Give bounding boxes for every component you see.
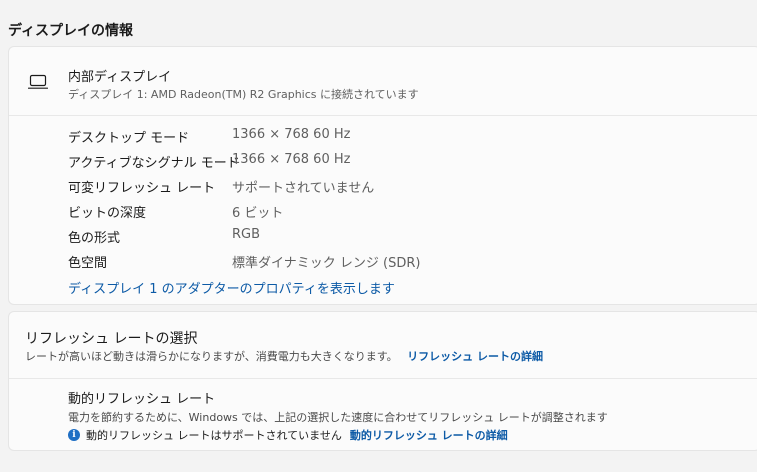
adapter-properties-link[interactable]: ディスプレイ 1 のアダプターのプロパティを表示します [68, 278, 395, 297]
laptop-icon [28, 74, 48, 89]
dynamic-refresh-rate-unsupported-text: 動的リフレッシュ レートはサポートされていません [86, 429, 342, 442]
refresh-rate-title: リフレッシュ レートの選択 [25, 331, 198, 347]
info-value-color-space: 標準ダイナミック レンジ (SDR) [232, 256, 421, 271]
info-value-active-signal-mode: 1366 × 768 60 Hz [232, 152, 351, 167]
info-icon: i [68, 429, 80, 441]
info-label-bit-depth: ビットの深度 [68, 206, 147, 221]
info-label-color-format: 色の形式 [68, 231, 121, 246]
dynamic-refresh-rate-title: 動的リフレッシュ レート [68, 392, 216, 407]
info-label-variable-refresh-rate: 可変リフレッシュ レート [68, 181, 216, 196]
refresh-rate-details-link[interactable]: リフレッシュ レートの詳細 [407, 350, 543, 363]
info-label-active-signal-mode: アクティブなシグナル モード [68, 156, 240, 171]
dynamic-refresh-rate-details-link[interactable]: 動的リフレッシュ レートの詳細 [350, 427, 508, 443]
info-value-bit-depth: 6 ビット [232, 206, 284, 221]
info-value-variable-refresh-rate: サポートされていません [232, 181, 375, 196]
dynamic-refresh-rate-note: i 動的リフレッシュ レートはサポートされていません 動的リフレッシュ レートの… [68, 427, 508, 443]
display-info-card: 内部ディスプレイ ディスプレイ 1: AMD Radeon(TM) R2 Gra… [8, 46, 757, 305]
display-info-page: ディスプレイの情報 内部ディスプレイ ディスプレイ 1: AMD Radeon(… [0, 0, 757, 472]
refresh-rate-card: リフレッシュ レートの選択 レートが高いほど動きは滑らかになりますが、消費電力も… [8, 311, 757, 451]
section-title: ディスプレイの情報 [8, 23, 134, 39]
refresh-rate-description-row: レートが高いほど動きは滑らかになりますが、消費電力も大きくなります。 リフレッシ… [25, 348, 543, 364]
refresh-rate-description: レートが高いほど動きは滑らかになりますが、消費電力も大きくなります。 [25, 350, 398, 363]
dynamic-refresh-rate-description: 電力を節約するために、Windows では、上記の選択した速度に合わせてリフレッ… [68, 411, 608, 424]
info-label-color-space: 色空間 [68, 256, 108, 271]
display-name: 内部ディスプレイ [68, 70, 172, 85]
divider [9, 378, 757, 379]
info-label-desktop-mode: デスクトップ モード [68, 131, 190, 146]
divider [9, 115, 757, 116]
info-value-color-format: RGB [232, 227, 261, 242]
display-connection-subtitle: ディスプレイ 1: AMD Radeon(TM) R2 Graphics に接続… [68, 88, 419, 101]
info-value-desktop-mode: 1366 × 768 60 Hz [232, 127, 351, 142]
